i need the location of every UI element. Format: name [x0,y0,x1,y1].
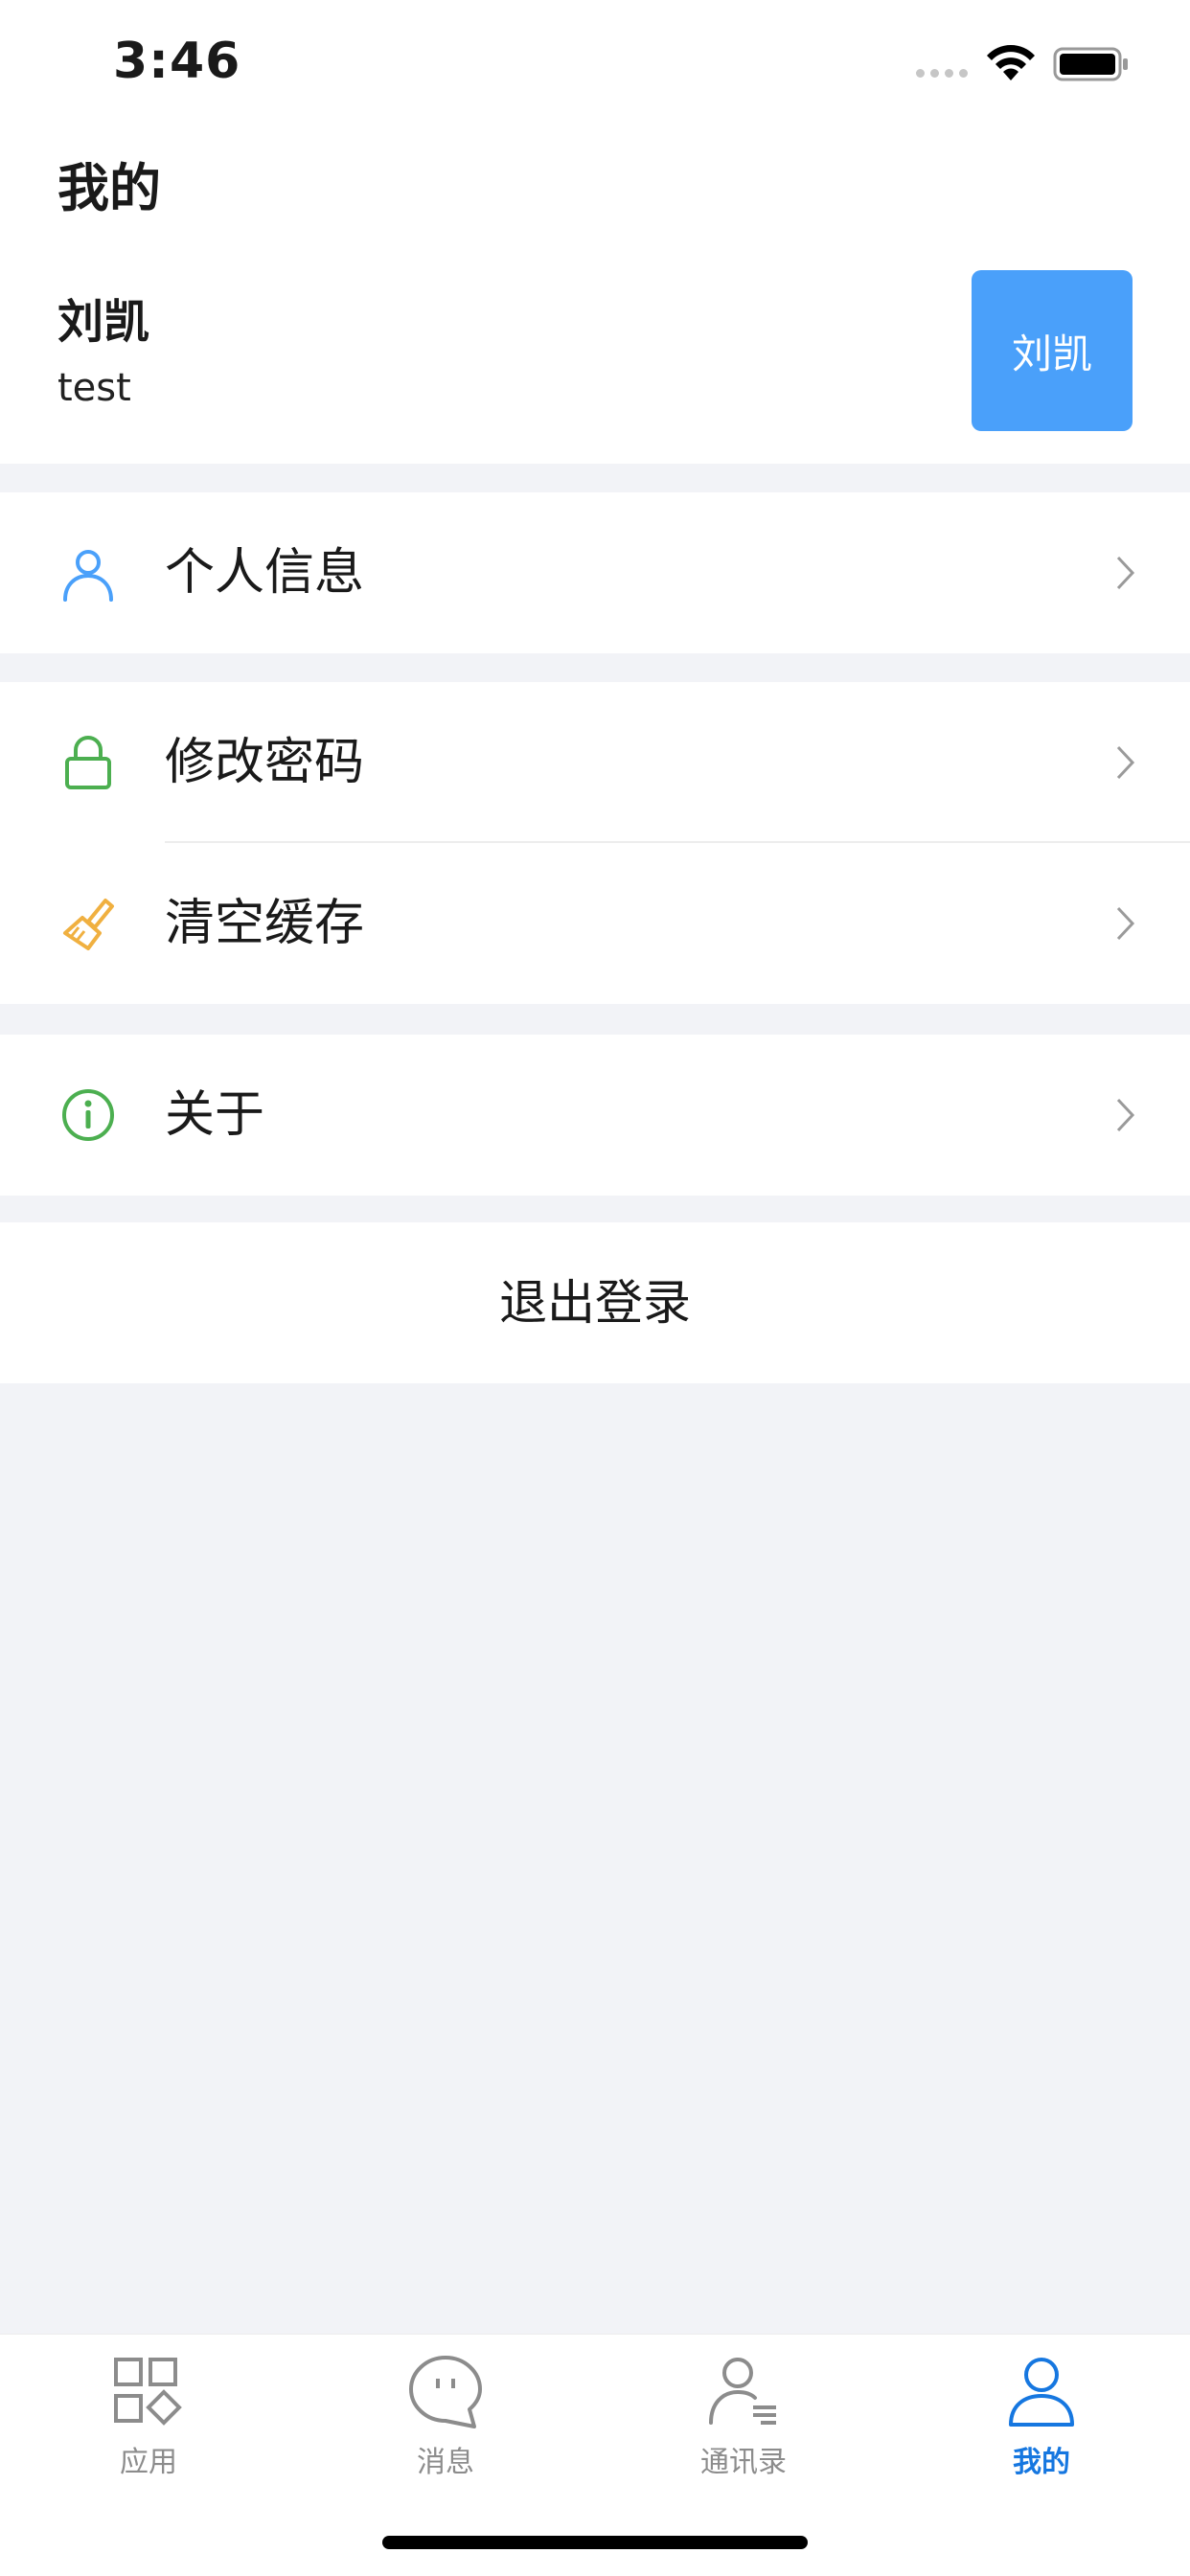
menu-group-profile: 个人信息 [0,492,1190,653]
chevron-right-icon [1116,556,1135,590]
info-icon [62,1089,114,1141]
menu-item-about[interactable]: 关于 [0,1035,1190,1196]
profile-header: 3:46 我的 刘凯 test 刘凯 [0,0,1190,464]
menu-item-clear-cache[interactable]: 清空缓存 [0,843,1190,1004]
tab-label: 我的 [1013,2446,1070,2479]
user-account: test [57,366,131,410]
user-name: 刘凯 [57,295,150,349]
status-time: 3:46 [113,33,241,90]
logout-button[interactable]: 退出登录 [0,1222,1190,1383]
tab-me[interactable]: 我的 [946,2354,1137,2497]
tab-contacts[interactable]: 通讯录 [648,2354,839,2497]
profile-icon [1009,2358,1074,2427]
tab-label: 应用 [120,2446,177,2479]
menu-group-about: 关于 [0,1035,1190,1196]
user-icon [63,550,113,602]
wifi-icon [987,45,1035,80]
status-bar: 3:46 [0,0,1190,129]
menu-group-settings: 修改密码 清空缓存 [0,682,1190,1004]
lock-icon [65,736,111,789]
menu-item-label: 个人信息 [165,544,365,602]
message-icon [409,2356,482,2428]
tab-messages[interactable]: 消息 [350,2354,541,2497]
brush-icon [63,899,114,950]
tab-apps[interactable]: 应用 [53,2354,244,2497]
tab-label: 通讯录 [700,2446,787,2479]
chevron-right-icon [1116,906,1135,941]
avatar[interactable]: 刘凯 [972,270,1133,431]
contacts-icon [709,2358,776,2425]
menu-item-label: 关于 [165,1086,265,1144]
battery-icon [1053,47,1128,81]
apps-icon [114,2358,182,2426]
chevron-right-icon [1116,1098,1135,1132]
menu-item-label: 修改密码 [165,734,365,791]
chevron-right-icon [1116,745,1135,780]
menu-item-change-password[interactable]: 修改密码 [0,682,1190,843]
cellular-signal-icon [916,69,968,78]
page-title: 我的 [57,158,161,218]
home-indicator [382,2536,808,2549]
menu-item-personal-info[interactable]: 个人信息 [0,492,1190,653]
tab-label: 消息 [417,2446,474,2479]
menu-item-label: 清空缓存 [165,895,365,952]
